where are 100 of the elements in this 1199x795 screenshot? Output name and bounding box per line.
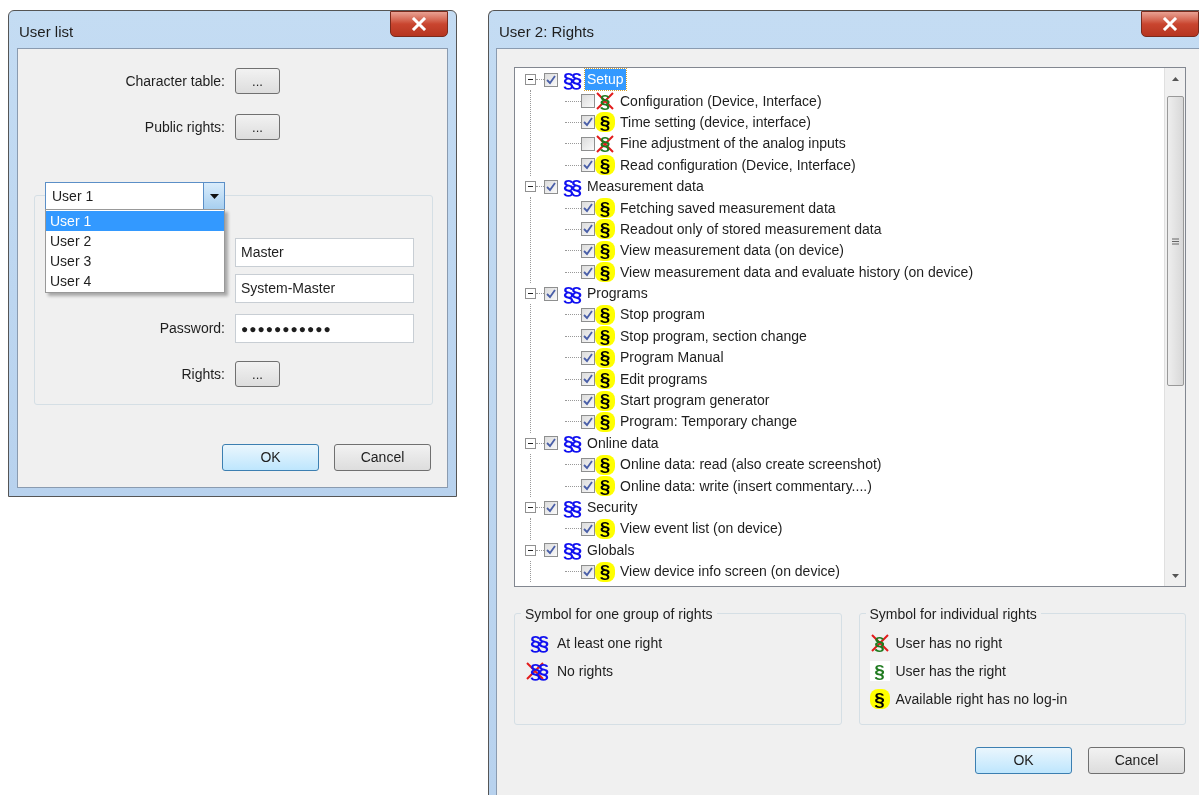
- tree-item-label[interactable]: Readout only of stored measurement data: [620, 218, 882, 240]
- legend-label: No rights: [557, 661, 614, 681]
- tree-item-label[interactable]: Program: Temporary change: [620, 411, 798, 433]
- tree-item-label[interactable]: View device info screen (on device): [620, 561, 840, 583]
- tree-item-label[interactable]: Fine adjustment of the analog inputs: [620, 133, 846, 155]
- section-sign-icon: §: [595, 390, 615, 411]
- checkbox[interactable]: [544, 543, 558, 558]
- tree-group-label[interactable]: Globals: [585, 539, 637, 561]
- ellipsis-button[interactable]: ...: [235, 68, 280, 94]
- dialog-button[interactable]: Cancel: [1088, 747, 1185, 774]
- user-dropdown[interactable]: User 1: [45, 182, 225, 210]
- checkbox[interactable]: [581, 414, 595, 429]
- tree-item-label[interactable]: Read configuration (Device, Interface): [620, 154, 856, 176]
- checkbox[interactable]: [581, 329, 595, 344]
- collapse-icon[interactable]: [525, 74, 536, 86]
- section-sign-icon: §: [595, 112, 615, 133]
- section-sign-icon: §: [595, 561, 615, 582]
- section-sign-icon: §: [595, 347, 615, 368]
- collapse-icon[interactable]: [525, 181, 536, 193]
- tree-item-label[interactable]: Stop program: [620, 304, 705, 326]
- collapse-icon[interactable]: [525, 288, 536, 300]
- field-label: Password:: [159, 319, 225, 338]
- collapse-icon[interactable]: [525, 544, 536, 556]
- checkbox[interactable]: [581, 243, 595, 258]
- window-title: User list: [18, 22, 74, 42]
- tree-item-label[interactable]: Time setting (device, interface): [620, 111, 811, 133]
- checkbox[interactable]: [581, 201, 595, 216]
- ellipsis-button[interactable]: ...: [235, 114, 280, 140]
- collapse-icon[interactable]: [525, 502, 536, 513]
- checkbox[interactable]: [581, 265, 595, 280]
- checkbox[interactable]: [544, 72, 558, 87]
- checkbox[interactable]: [581, 136, 595, 151]
- checkbox[interactable]: [581, 457, 595, 472]
- checkbox[interactable]: [581, 521, 595, 536]
- dialog-button[interactable]: OK: [222, 444, 319, 471]
- checkbox[interactable]: [581, 479, 595, 494]
- checkbox[interactable]: [581, 350, 595, 365]
- checkbox[interactable]: [544, 179, 558, 194]
- legend-label: User has the right: [895, 661, 1006, 681]
- tree-item-label[interactable]: Stop program, section change: [620, 325, 807, 347]
- text-field[interactable]: System-Master: [235, 274, 414, 303]
- section-sign-icon: §§: [558, 433, 584, 454]
- ellipsis-button[interactable]: ...: [235, 361, 280, 387]
- section-sign-icon: §: [595, 518, 615, 539]
- checkbox[interactable]: [581, 308, 595, 322]
- section-sign-icon: §§: [558, 69, 584, 90]
- section-sign-icon: §: [595, 219, 615, 240]
- section-sign-icon: §§: [525, 633, 551, 653]
- tree-group-label[interactable]: Programs: [585, 283, 650, 305]
- scrollbar-thumb[interactable]: [1166, 96, 1184, 386]
- tree-item-label[interactable]: Configuration (Device, Interface): [620, 90, 822, 112]
- checkbox[interactable]: [581, 94, 595, 109]
- close-icon: [1162, 17, 1178, 31]
- password-field[interactable]: ●●●●●●●●●●●: [235, 314, 414, 343]
- tree-item-label[interactable]: View event list (on device): [620, 518, 783, 540]
- tree-item-label[interactable]: Online data: write (insert commentary....): [620, 475, 872, 497]
- close-button[interactable]: [390, 11, 448, 37]
- section-sign-icon: §: [595, 240, 615, 261]
- tree-item-label[interactable]: Fetching saved measurement data: [620, 197, 836, 219]
- tree-group-label[interactable]: Security: [585, 497, 640, 518]
- section-sign-icon: §§: [558, 176, 584, 197]
- window-title: User 2: Rights: [498, 22, 595, 42]
- section-sign-icon: §: [595, 198, 615, 219]
- checkbox[interactable]: [544, 500, 558, 515]
- tree-item-label[interactable]: Edit programs: [620, 368, 708, 390]
- legend-label: Available right has no log-in: [895, 689, 1068, 709]
- section-sign-icon: §: [595, 326, 615, 347]
- section-sign-icon: §: [595, 454, 615, 475]
- legend-label: User has no right: [895, 633, 1003, 653]
- checkbox[interactable]: [544, 286, 558, 301]
- dialog-button[interactable]: OK: [975, 747, 1072, 774]
- collapse-icon[interactable]: [525, 437, 536, 449]
- checkbox[interactable]: [581, 393, 595, 408]
- tree-group-label[interactable]: Online data: [585, 432, 661, 454]
- checkbox[interactable]: [581, 564, 595, 579]
- tree-item-label[interactable]: View measurement data (on device): [620, 240, 844, 262]
- section-sign-icon: §: [595, 369, 615, 390]
- dropdown-option[interactable]: User 4: [46, 271, 224, 291]
- field-label: Rights:: [181, 364, 225, 384]
- checkbox[interactable]: [581, 372, 595, 387]
- tree-item-label[interactable]: Online data: read (also create screenshot): [620, 454, 882, 476]
- section-sign-icon: §: [869, 661, 890, 681]
- close-button[interactable]: [1141, 11, 1199, 37]
- tree-item-label[interactable]: Start program generator: [620, 390, 770, 412]
- text-field[interactable]: Master: [235, 238, 414, 267]
- checkbox[interactable]: [581, 222, 595, 237]
- legend-label: At least one right: [557, 633, 663, 653]
- section-sign-icon: §: [595, 305, 615, 325]
- scrollbar[interactable]: [1164, 68, 1185, 586]
- checkbox[interactable]: [581, 158, 595, 173]
- section-sign-icon: §: [595, 476, 615, 497]
- tree-group-label[interactable]: Measurement data: [585, 176, 706, 198]
- field-label: Character table:: [125, 71, 225, 91]
- checkbox[interactable]: [581, 115, 595, 130]
- tree-item-label[interactable]: View measurement data and evaluate history (on device): [620, 261, 974, 283]
- dropdown-option[interactable]: User 3: [46, 251, 224, 271]
- dialog-button[interactable]: Cancel: [334, 444, 431, 471]
- tree-item-label[interactable]: Program Manual: [620, 347, 724, 369]
- dropdown-option[interactable]: User 2: [46, 231, 224, 251]
- checkbox[interactable]: [544, 436, 558, 451]
